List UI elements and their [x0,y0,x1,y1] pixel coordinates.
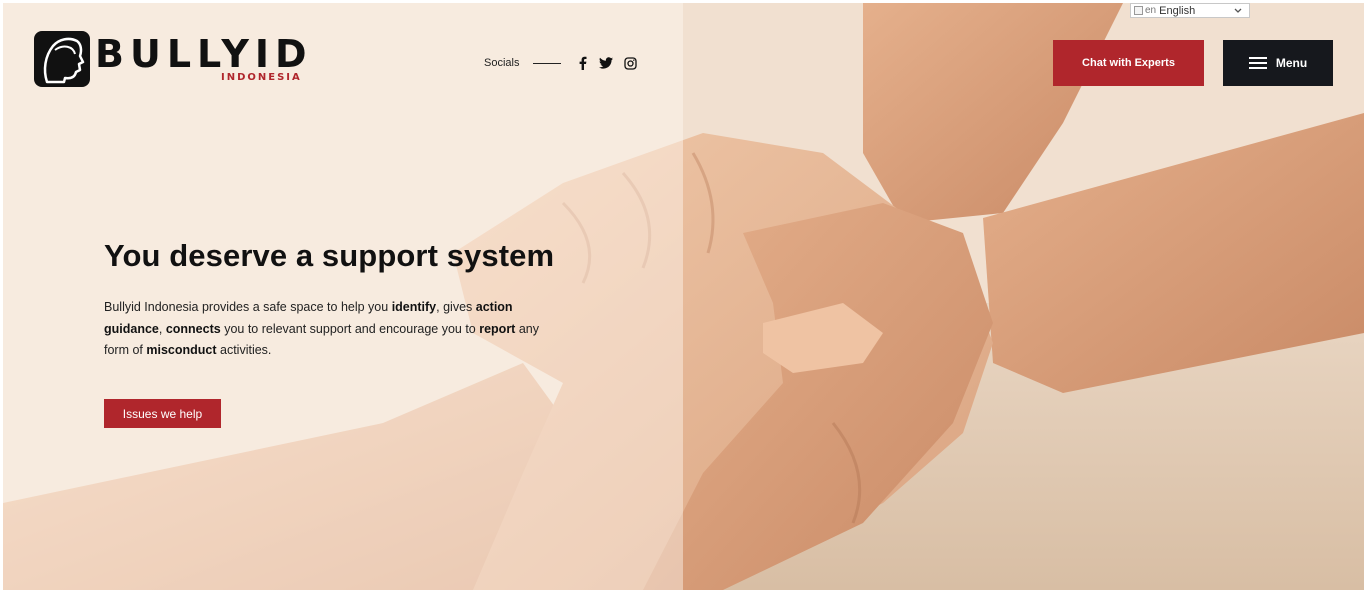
socials-divider [533,62,562,64]
menu-button[interactable]: Menu [1223,40,1333,86]
chevron-down-icon [1234,8,1242,13]
hero-title: You deserve a support system [104,238,555,273]
desc-text: Bullyid Indonesia provides a safe space … [104,300,392,314]
desc-emphasis: report [479,321,516,336]
instagram-icon[interactable] [623,56,637,70]
facebook-icon[interactable] [575,56,589,70]
desc-emphasis: identify [391,300,437,314]
issues-we-help-button[interactable]: Issues we help [104,399,221,428]
face-profile-logo-icon [34,31,90,87]
brand-logo[interactable]: BULLYID INDONESIA [33,30,307,94]
desc-text: activities. [216,343,272,357]
desc-emphasis: connects [165,321,221,336]
hero-description: Bullyid Indonesia provides a safe space … [104,297,564,362]
language-selected: English [1159,4,1196,17]
twitter-icon[interactable] [599,56,614,70]
hamburger-icon [1248,57,1267,69]
flag-icon [1134,6,1143,15]
language-flag-alt: en [1145,5,1157,16]
socials-bar: Socials [484,53,647,73]
desc-text: , [158,321,166,336]
socials-label: Socials [484,57,520,69]
brand-name: BULLYID [95,32,313,76]
chat-with-experts-button[interactable]: Chat with Experts [1053,40,1204,86]
language-select[interactable]: en English [1130,3,1250,18]
desc-text: , gives [436,300,476,314]
desc-emphasis: misconduct [146,343,217,357]
brand-subname: INDONESIA [221,72,302,83]
desc-text: you to relevant support and encourage yo… [220,321,480,336]
menu-button-label: Menu [1275,56,1308,70]
